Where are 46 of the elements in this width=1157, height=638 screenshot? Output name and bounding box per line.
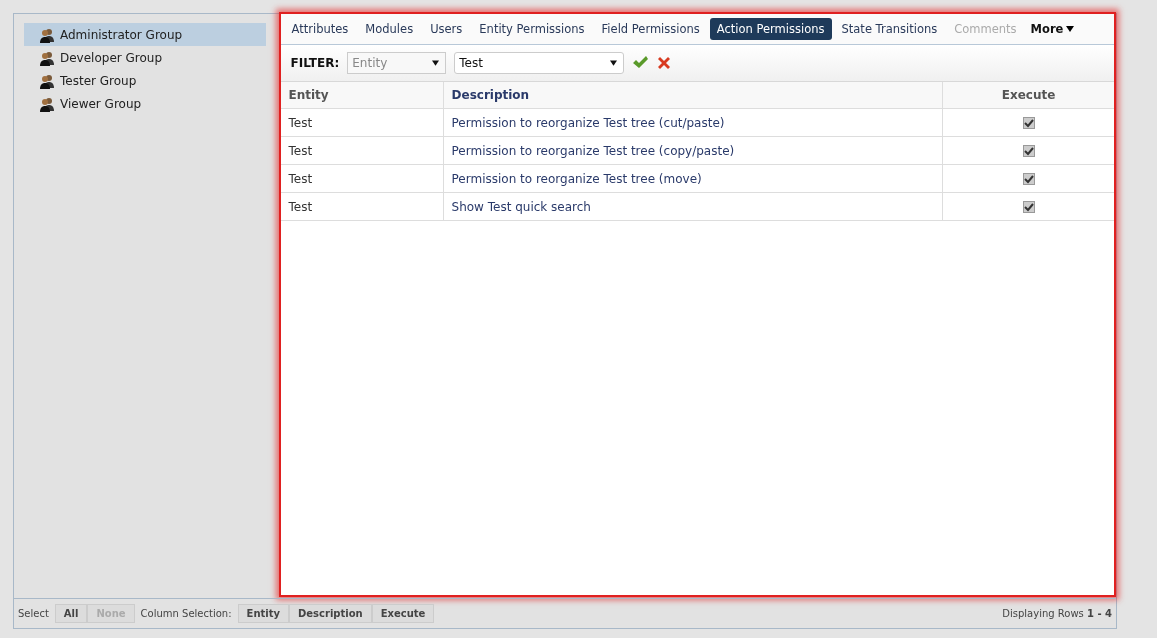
table-cell: Test: [280, 136, 444, 165]
column-header[interactable]: Entity: [280, 82, 444, 109]
checkmark-icon[interactable]: [632, 55, 649, 71]
table-cell: Permission to reorganize Test tree (copy/paste): [443, 136, 943, 165]
group-item[interactable]: Administrator Group: [24, 23, 266, 46]
close-icon[interactable]: [656, 55, 673, 71]
users-icon: [39, 49, 55, 66]
more-menu[interactable]: More: [1026, 22, 1079, 36]
table-cell: Permission to reorganize Test tree (move): [443, 164, 943, 193]
checkbox[interactable]: [1022, 117, 1035, 129]
tab[interactable]: State Transitions: [834, 18, 945, 40]
users-icon: [39, 95, 55, 112]
group-item[interactable]: Developer Group: [24, 46, 266, 69]
tab[interactable]: Attributes: [284, 18, 356, 40]
tab[interactable]: Entity Permissions: [472, 18, 592, 40]
tab[interactable]: Modules: [358, 18, 421, 40]
row-count: Displaying Rows 1 - 4: [1002, 608, 1112, 619]
select-label: Select: [18, 608, 49, 619]
group-item[interactable]: Viewer Group: [24, 92, 266, 115]
entity-dropdown[interactable]: Entity: [347, 52, 447, 74]
group-item[interactable]: Tester Group: [24, 69, 266, 92]
table-cell: Show Test quick search: [443, 192, 943, 221]
checkbox[interactable]: [1022, 201, 1035, 213]
checkbox[interactable]: [1022, 173, 1035, 185]
column-header[interactable]: Description: [443, 82, 943, 109]
caret-icon: [610, 60, 618, 66]
table-cell: Test: [280, 164, 444, 193]
users-icon: [39, 26, 55, 43]
value-dropdown[interactable]: Test: [454, 52, 625, 74]
table-cell: Test: [280, 192, 444, 221]
filter-label: FILTER:: [290, 56, 340, 70]
caret-icon: [1066, 26, 1075, 32]
tab[interactable]: Action Permissions: [709, 18, 832, 40]
select-button[interactable]: All: [54, 604, 88, 623]
column-toggle-button[interactable]: Description: [289, 604, 372, 623]
checkbox[interactable]: [1022, 145, 1035, 157]
caret-icon: [432, 60, 440, 66]
tab[interactable]: Field Permissions: [594, 18, 707, 40]
tab[interactable]: Users: [423, 18, 470, 40]
users-icon: [39, 72, 55, 89]
table-cell: Test: [280, 108, 444, 137]
column-toggle-button[interactable]: Entity: [237, 604, 289, 623]
column-header[interactable]: Execute: [942, 82, 1114, 109]
column-selection-label: Column Selection:: [140, 608, 232, 619]
column-toggle-button[interactable]: Execute: [371, 604, 435, 623]
table-cell: Permission to reorganize Test tree (cut/paste): [443, 108, 943, 137]
